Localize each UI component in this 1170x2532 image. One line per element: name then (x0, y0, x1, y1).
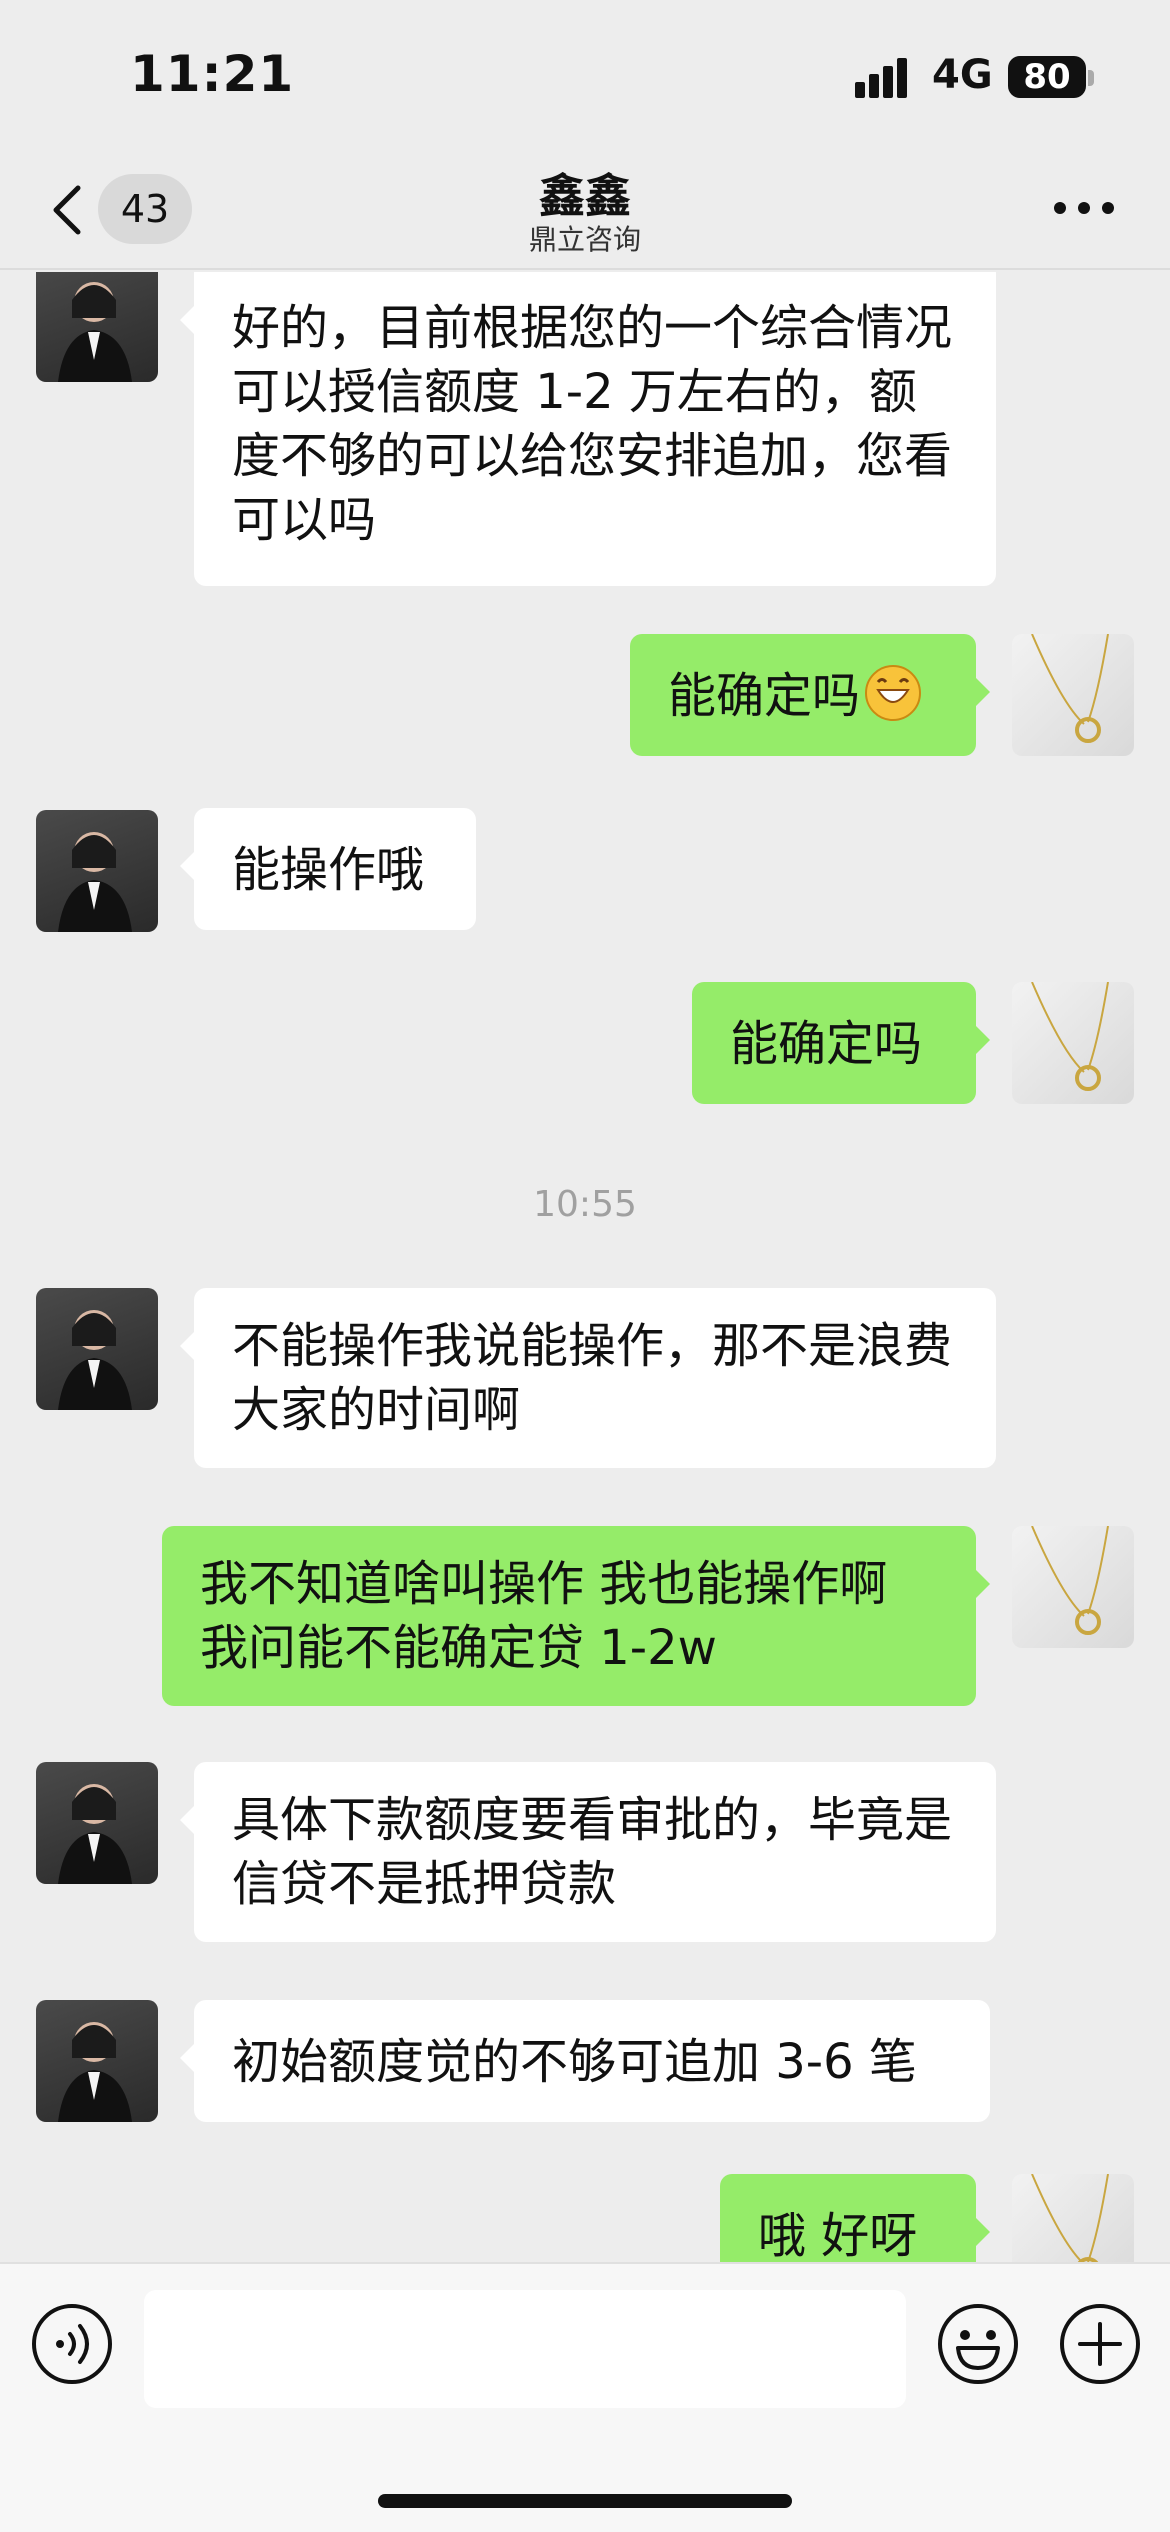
voice-icon[interactable] (30, 2302, 114, 2386)
message-bubble[interactable]: 好的，目前根据您的一个综合情况可以授信额度 1-2 万左右的，额度不够的可以给您… (180, 272, 996, 586)
contact-avatar[interactable] (36, 1288, 158, 1410)
contact-avatar[interactable] (36, 2000, 158, 2122)
home-indicator[interactable] (378, 2494, 792, 2508)
my-avatar[interactable] (1012, 634, 1134, 756)
status-time: 11:21 (130, 45, 295, 103)
plus-icon[interactable] (1058, 2302, 1142, 2386)
battery-icon: 80 (1008, 56, 1086, 98)
message-bubble[interactable]: 能操作哦 (180, 808, 476, 930)
message-bubble[interactable]: 我不知道啥叫操作 我也能操作啊 我问能不能确定贷 1-2w (162, 1526, 990, 1706)
contact-avatar[interactable] (36, 810, 158, 932)
message-input[interactable] (144, 2290, 906, 2408)
my-avatar[interactable] (1012, 2174, 1134, 2262)
network-type: 4G (932, 52, 993, 98)
contact-name: 鑫鑫 (539, 169, 631, 223)
message-bubble[interactable]: 初始额度觉的不够可追加 3-6 笔 (180, 2000, 990, 2122)
chat-header: 43 鑫鑫 鼎立咨询 (0, 150, 1170, 270)
message-bubble[interactable]: 能确定吗 (692, 982, 990, 1104)
battery-cap (1088, 70, 1094, 86)
status-bar: 11:21 4G 80 (0, 0, 1170, 150)
message-list[interactable]: 好的，目前根据您的一个综合情况可以授信额度 1-2 万左右的，额度不够的可以给您… (0, 272, 1170, 2262)
my-avatar[interactable] (1012, 1526, 1134, 1648)
contact-avatar[interactable] (36, 272, 158, 382)
contact-company: 鼎立咨询 (528, 223, 641, 256)
message-bubble[interactable]: 能确定吗 (630, 634, 990, 756)
contact-avatar[interactable] (36, 1762, 158, 1884)
message-bubble[interactable]: 具体下款额度要看审批的，毕竟是信贷不是抵押贷款 (180, 1762, 996, 1942)
emoji-icon[interactable] (936, 2302, 1020, 2386)
message-bubble[interactable]: 不能操作我说能操作，那不是浪费大家的时间啊 (180, 1288, 996, 1468)
grinning-emoji-icon (864, 664, 922, 722)
message-text: 能确定吗 (668, 668, 861, 724)
my-avatar[interactable] (1012, 982, 1134, 1104)
message-bubble[interactable]: 哦 好呀 (720, 2174, 990, 2262)
more-icon[interactable] (1054, 202, 1114, 216)
timestamp: 10:55 (533, 1184, 637, 1225)
cellular-signal-icon (855, 58, 915, 98)
input-bar (0, 2262, 1170, 2532)
